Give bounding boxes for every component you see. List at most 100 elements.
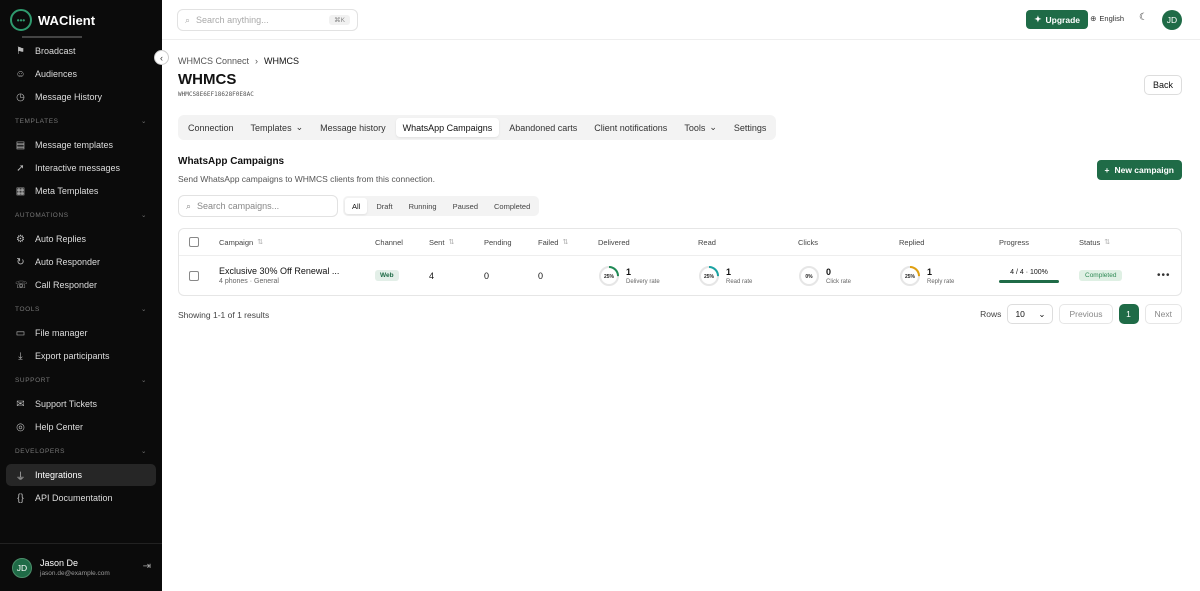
sidebar-item-meta-templates[interactable]: ▦ Meta Templates [6, 180, 156, 202]
tab-templates[interactable]: Templates ⌄ [244, 118, 311, 137]
message-history-icon: ◷ [16, 91, 25, 103]
rate-ring: 25% [900, 265, 920, 286]
delivered-text: 1 Delivery rate [626, 267, 660, 285]
sidebar-item-api-documentation[interactable]: {} API Documentation [6, 487, 156, 509]
chevron-down-icon: ⌄ [140, 118, 147, 125]
filter-paused[interactable]: Paused [446, 198, 485, 214]
filter-completed[interactable]: Completed [487, 198, 537, 214]
sidebar-item-label: Message templates [35, 140, 114, 150]
campaign-search[interactable]: ⌕ Search campaigns... [178, 195, 338, 217]
previous-button[interactable]: Previous [1059, 304, 1113, 324]
row-checkbox[interactable] [189, 270, 199, 281]
sidebar-item-label: File manager [35, 328, 88, 338]
row-actions-icon[interactable]: ••• [1157, 256, 1171, 295]
tab-abandoned-carts[interactable]: Abandoned carts [502, 118, 584, 137]
column-header-status[interactable]: Status ⇅ [1079, 229, 1110, 255]
select-all-checkbox[interactable] [189, 237, 199, 247]
sort-icon: ⇅ [562, 239, 569, 246]
campaign-search-input[interactable]: Search campaigns... [197, 201, 279, 211]
progress-cell: 4 / 4 · 100% [999, 256, 1059, 295]
tab-message-history[interactable]: Message history [313, 118, 393, 137]
collapse-sidebar-button[interactable]: ‹ [154, 50, 169, 65]
sidebar-section-developers[interactable]: DEVELOPERS ⌄ [0, 439, 162, 463]
failed-count: 0 [538, 270, 544, 281]
sidebar-item-support-tickets[interactable]: ✉ Support Tickets [6, 393, 156, 415]
language-selector[interactable]: ⊕ English [1090, 14, 1124, 23]
replied-value: 1 [927, 266, 933, 277]
sidebar-item-auto-replies[interactable]: ⚙ Auto Replies [6, 228, 156, 250]
status-filter: All Draft Running Paused Completed [343, 196, 540, 216]
logout-icon[interactable]: ⇥ [143, 561, 151, 572]
new-campaign-button[interactable]: + New campaign [1096, 160, 1182, 180]
user-avatar-button[interactable]: JD [1162, 10, 1182, 30]
breadcrumb: WHMCS Connect › WHMCS [178, 56, 299, 66]
sidebar-item-call-responder[interactable]: ☏ Call Responder [6, 274, 156, 296]
read-value: 1 [726, 266, 732, 277]
tab-connection[interactable]: Connection [181, 118, 241, 137]
user-email: jason.de@example.com [40, 570, 110, 577]
sidebar-item-broadcast[interactable]: ⚑ Broadcast [6, 40, 156, 62]
tab-tools[interactable]: Tools ⌄ [677, 118, 724, 137]
sidebar-user[interactable]: JD Jason De jason.de@example.com ⇥ [0, 543, 162, 591]
column-header-failed[interactable]: Failed ⇅ [538, 229, 568, 255]
table-row[interactable]: Exclusive 30% Off Renewal ... 4 phones · … [179, 256, 1181, 295]
sidebar-section-automations[interactable]: AUTOMATIONS ⌄ [0, 203, 162, 227]
sidebar-section-tools[interactable]: TOOLS ⌄ [0, 297, 162, 321]
interactive-messages-icon: ➚ [16, 162, 25, 174]
column-header-sent[interactable]: Sent ⇅ [429, 229, 454, 255]
tab-client-notifications[interactable]: Client notifications [587, 118, 674, 137]
sidebar-section-support[interactable]: SUPPORT ⌄ [0, 368, 162, 392]
campaign-name[interactable]: Exclusive 30% Off Renewal ... [219, 266, 339, 276]
chevron-down-icon: ⌄ [140, 377, 147, 384]
sidebar-section-templates[interactable]: TEMPLATES ⌄ [0, 109, 162, 133]
global-search[interactable]: ⌕ Search anything... ⌘K [177, 9, 358, 31]
sidebar-item-label: Message History [35, 92, 103, 102]
sidebar-item-message-history[interactable]: ◷ Message History [6, 86, 156, 108]
section-description: Send WhatsApp campaigns to WHMCS clients… [178, 174, 435, 184]
rate-ring: 0% [799, 265, 819, 286]
page-title: WHMCS [178, 71, 237, 88]
tab-settings[interactable]: Settings [727, 118, 774, 137]
search-input[interactable]: Search anything... [196, 15, 269, 25]
upgrade-button[interactable]: ✦ Upgrade [1026, 10, 1088, 29]
sidebar-item-interactive-messages[interactable]: ➚ Interactive messages [6, 157, 156, 179]
sidebar-item-help-center[interactable]: ◎ Help Center [6, 416, 156, 438]
meta-templates-icon: ▦ [15, 185, 26, 197]
sidebar-item-integrations[interactable]: ⏚ Integrations [6, 464, 156, 486]
replied-metric: 25% 1 Reply rate [899, 265, 954, 287]
column-header-campaign[interactable]: Campaign ⇅ [219, 229, 263, 255]
filter-draft[interactable]: Draft [369, 198, 399, 214]
sidebar-item-file-manager[interactable]: ▭ File manager [6, 322, 156, 344]
brand[interactable]: ••• WAClient [10, 9, 95, 31]
channel-cell: Web [375, 256, 399, 295]
progress-text: 4 / 4 · 100% [1010, 268, 1048, 276]
breadcrumb-parent[interactable]: WHMCS Connect [178, 56, 249, 66]
help-center-icon: ◎ [16, 421, 25, 433]
shortcut-hint: ⌘K [329, 15, 350, 25]
chevron-down-icon: ⌄ [1038, 308, 1046, 319]
moon-icon[interactable]: ☾ [1139, 12, 1148, 23]
tab-whatsapp-campaigns[interactable]: WhatsApp Campaigns [395, 118, 500, 137]
file-manager-icon: ▭ [15, 327, 26, 339]
next-button[interactable]: Next [1144, 304, 1182, 324]
sidebar-item-export-participants[interactable]: ⤓ Export participants [6, 345, 156, 367]
sidebar-item-message-templates[interactable]: ▤ Message templates [6, 134, 156, 156]
sidebar-item-label: Help Center [35, 422, 84, 432]
clicks-cell: 0% 0 Click rate [798, 256, 851, 295]
sidebar-item-audiences[interactable]: ☺ Audiences [6, 63, 156, 85]
filter-all[interactable]: All [345, 198, 368, 214]
clicks-text: 0 Click rate [826, 267, 851, 285]
sidebar-item-label: API Documentation [35, 493, 113, 503]
sidebar-section-title: DEVELOPERS [15, 447, 66, 455]
rows-per-page-select[interactable]: 10 ⌄ [1007, 304, 1054, 324]
sidebar-item-auto-responder[interactable]: ↻ Auto Responder [6, 251, 156, 273]
sidebar-nav: ⚑ Broadcast ☺ Audiences ◷ Message History TEMP… [0, 36, 162, 510]
page-1-button[interactable]: 1 [1118, 304, 1139, 324]
filter-running[interactable]: Running [402, 198, 444, 214]
column-label: Delivered [598, 237, 630, 247]
back-button[interactable]: Back [1144, 75, 1182, 95]
auto-responder-icon: ↻ [16, 256, 25, 268]
campaign-cell[interactable]: Exclusive 30% Off Renewal ... 4 phones · … [219, 256, 339, 295]
sort-icon: ⇅ [1104, 239, 1111, 246]
replied-rate-label: Reply rate [927, 278, 955, 285]
